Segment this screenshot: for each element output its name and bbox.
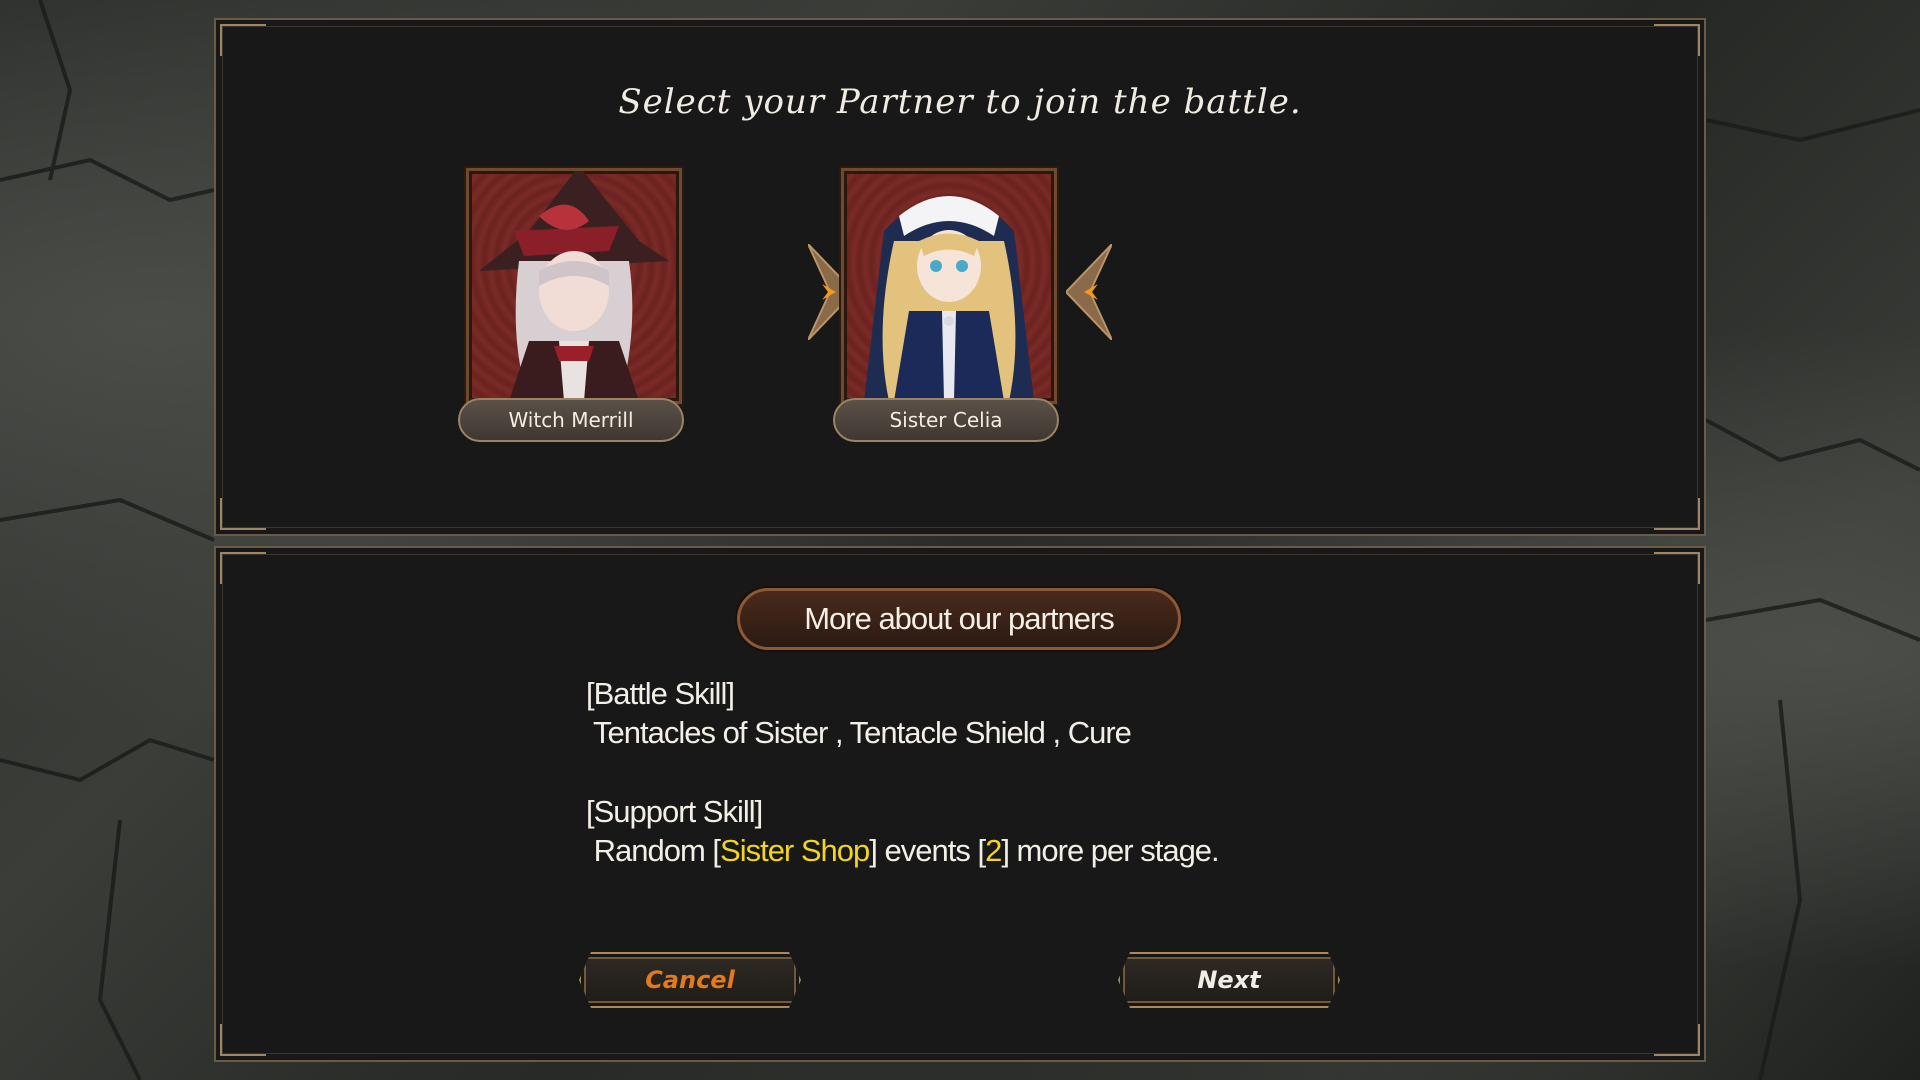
more-about-partners-button[interactable]: More about our partners [737, 588, 1181, 650]
support-skill-description: Random [Sister Shop] events [2] more per… [586, 831, 1220, 870]
frame-corner [1654, 552, 1700, 584]
cancel-button[interactable]: Cancel [579, 952, 801, 1008]
witch-portrait-image [479, 171, 669, 401]
dialog-prompt: Select your Partner to join the battle. [618, 82, 1302, 122]
battle-skill-header: [Battle Skill] [586, 676, 735, 711]
partner-card-witch-merrill[interactable]: Witch Merrill [458, 164, 686, 454]
frame-corner [1654, 1024, 1700, 1056]
frame-corner [1654, 498, 1700, 530]
frame-corner [1654, 24, 1700, 56]
partner-name-label: Witch Merrill [458, 398, 684, 442]
partner-portrait [466, 168, 682, 404]
partner-name-label: Sister Celia [833, 398, 1059, 442]
support-skill-prefix: Random [ [586, 833, 721, 868]
frame-corner [220, 552, 266, 584]
next-button[interactable]: Next [1118, 952, 1340, 1008]
support-skill-suffix: ] more per stage. [1001, 833, 1219, 868]
support-skill-highlight-shop: Sister Shop [720, 833, 870, 868]
partner-skill-info: [Battle Skill] Tentacles of Sister , Ten… [586, 674, 1220, 870]
frame-corner [220, 24, 266, 56]
support-skill-header: [Support Skill] [586, 794, 763, 829]
support-skill-highlight-count: 2 [985, 833, 1002, 868]
support-skill-mid: ] events [ [869, 833, 986, 868]
frame-corner [220, 1024, 266, 1056]
selection-arrow-right-icon [1066, 244, 1112, 340]
frame-corner [220, 498, 266, 530]
sister-portrait-image [864, 196, 1034, 401]
partner-card-sister-celia[interactable]: Sister Celia [833, 164, 1061, 454]
partner-portrait [841, 168, 1057, 404]
battle-skill-list: Tentacles of Sister , Tentacle Shield , … [586, 715, 1132, 750]
